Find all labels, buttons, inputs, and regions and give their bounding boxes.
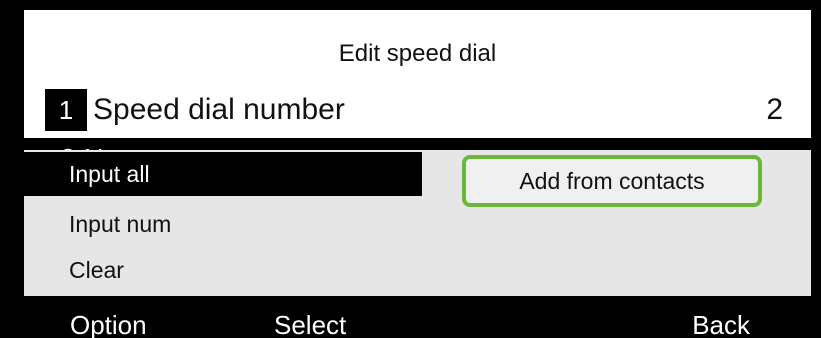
phone-screen: Edit speed dial 1 Speed dial number 2 2 … — [10, 10, 811, 338]
menu-item-input-num[interactable]: Input num — [24, 202, 422, 246]
softkey-back[interactable]: Back — [692, 310, 750, 338]
add-from-contacts-button[interactable]: Add from contacts — [462, 155, 762, 207]
field-index-badge: 1 — [45, 89, 87, 131]
menu-item-input-all[interactable]: Input all — [24, 152, 422, 196]
field-label: Speed dial number — [93, 93, 345, 126]
field-row-speed-dial-number[interactable]: 1 Speed dial number 2 — [24, 84, 811, 138]
softkey-option[interactable]: Option — [70, 310, 147, 338]
softkey-bar: Option Select Back — [10, 296, 811, 338]
page-title: Edit speed dial — [338, 40, 497, 67]
menu-item-clear[interactable]: Clear — [24, 248, 422, 292]
softkey-select[interactable]: Select — [274, 310, 346, 338]
option-menu: Input all Input num Clear Add from conta… — [24, 150, 811, 296]
field-value: 2 — [766, 93, 783, 126]
header: Edit speed dial — [24, 10, 811, 84]
